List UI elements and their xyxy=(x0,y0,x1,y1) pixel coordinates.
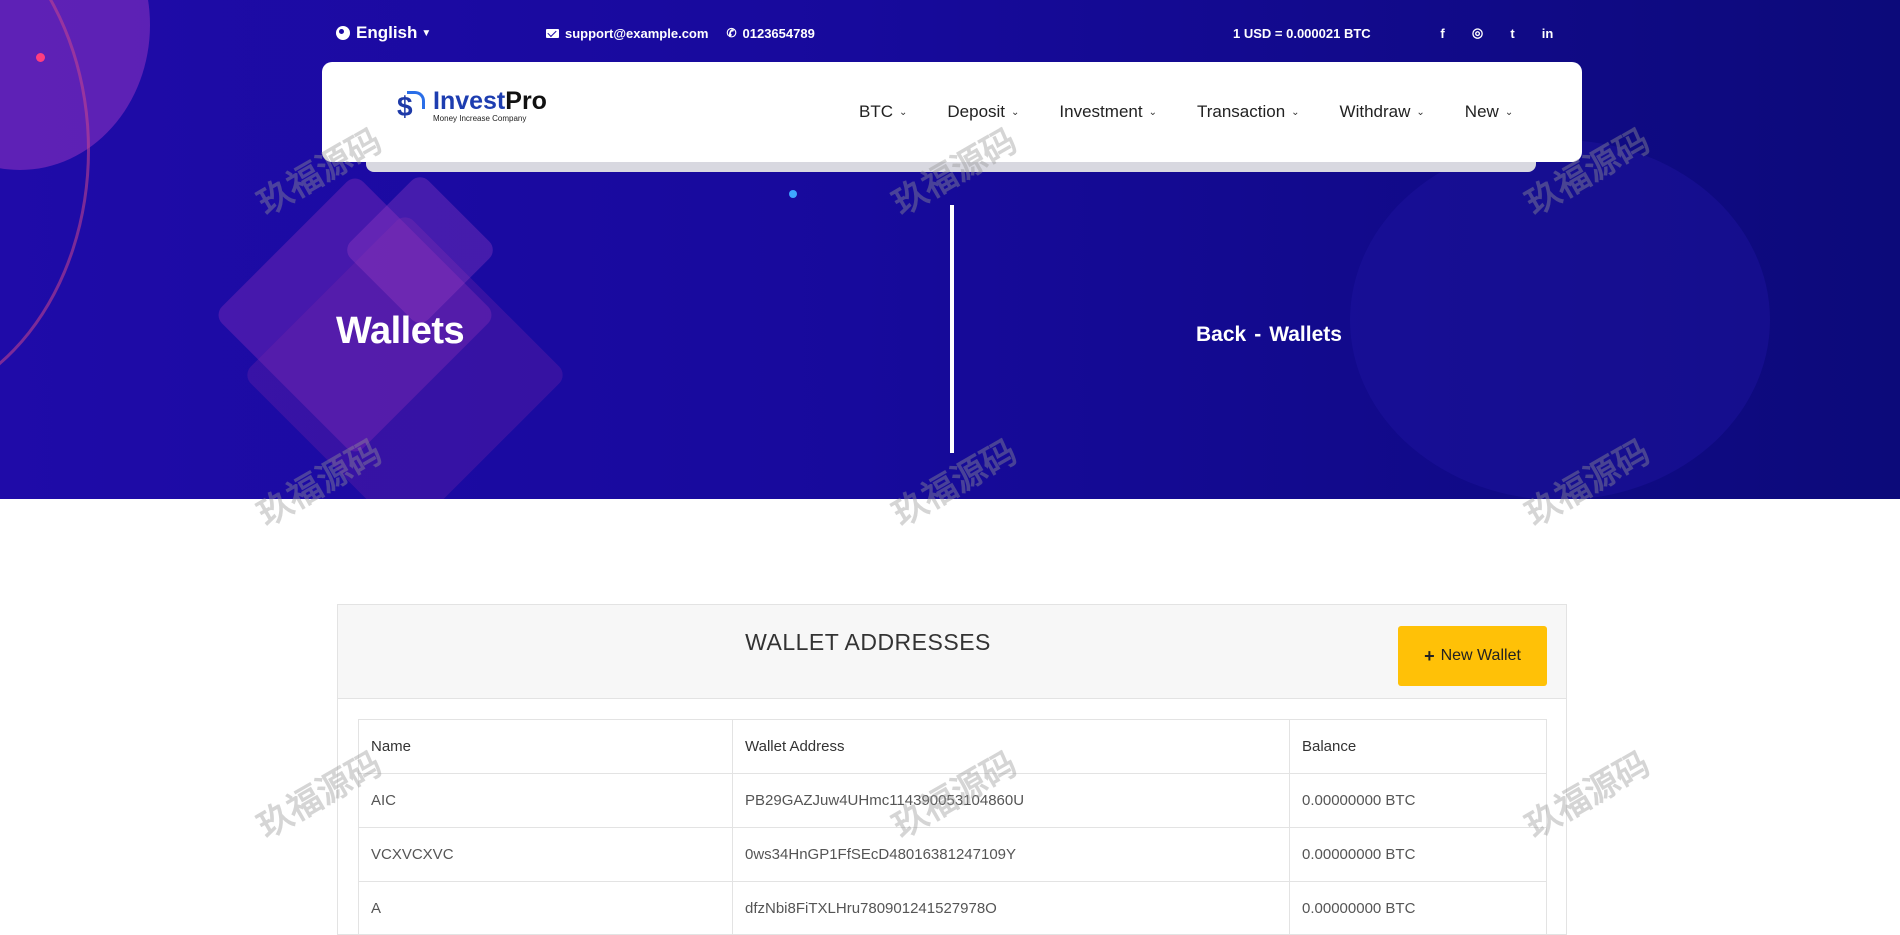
chevron-down-icon: ⌄ xyxy=(899,106,908,118)
globe-icon xyxy=(336,26,350,40)
column-header-balance: Balance xyxy=(1289,719,1547,774)
logo-tagline: Money Increase Company xyxy=(433,114,527,123)
chevron-down-icon: ⌄ xyxy=(1416,106,1425,118)
language-selector[interactable]: English ▼ xyxy=(336,22,431,44)
menu-item-transaction[interactable]: Transaction ⌄ xyxy=(1177,92,1320,132)
menu-item-label: Transaction xyxy=(1196,102,1286,121)
envelope-icon xyxy=(546,28,559,38)
caret-down-icon: ▼ xyxy=(421,27,432,39)
wallet-address: dfzNbi8FiTXLHru780901241527978O xyxy=(732,881,1290,935)
wallet-address: 0ws34HnGP1FfSEcD48016381247109Y xyxy=(732,827,1290,882)
logo-title-pro: Pro xyxy=(505,87,547,115)
linkedin-icon[interactable]: in xyxy=(1541,26,1554,41)
new-wallet-label: New Wallet xyxy=(1440,647,1521,664)
menu-item-deposit[interactable]: Deposit ⌄ xyxy=(927,92,1039,132)
contact-info: support@example.com ✆ 0123654789 xyxy=(546,22,815,44)
wallet-balance: 0.00000000 BTC xyxy=(1289,827,1547,882)
table-row: AIC PB29GAZJuw4UHmc114390053104860U 0.00… xyxy=(358,773,1547,828)
page-title: Wallets xyxy=(336,310,465,352)
decor-dot xyxy=(36,53,45,62)
decor-arc xyxy=(0,0,90,410)
hero-divider xyxy=(950,205,954,453)
wallet-address: PB29GAZJuw4UHmc114390053104860U xyxy=(732,773,1290,828)
social-links: f ◎ t in xyxy=(1436,22,1554,44)
language-label: English xyxy=(356,23,418,42)
menu-item-label: New xyxy=(1464,102,1499,121)
breadcrumb-back[interactable]: Back xyxy=(1196,323,1246,347)
wallet-balance: 0.00000000 BTC xyxy=(1289,773,1547,828)
chevron-down-icon: ⌄ xyxy=(1504,106,1514,118)
menu-item-label: BTC xyxy=(859,102,893,121)
facebook-icon[interactable]: f xyxy=(1436,26,1449,41)
new-wallet-button[interactable]: + New Wallet xyxy=(1398,626,1547,686)
wallet-card: WALLET ADDRESSES + New Wallet Name Walle… xyxy=(337,604,1567,935)
column-header-name: Name xyxy=(358,719,733,774)
wallet-name: A xyxy=(358,881,733,935)
main-navbar: $ InvestPro Money Increase Company BTC ⌄ … xyxy=(322,62,1582,162)
twitter-icon[interactable]: t xyxy=(1506,26,1519,41)
chevron-down-icon: ⌄ xyxy=(1011,106,1020,118)
wallet-balance: 0.00000000 BTC xyxy=(1289,881,1547,935)
breadcrumb-current: Wallets xyxy=(1269,323,1342,346)
menu-item-new[interactable]: New ⌄ xyxy=(1445,92,1533,132)
table-row: A dfzNbi8FiTXLHru780901241527978O 0.0000… xyxy=(358,881,1547,935)
menu-item-investment[interactable]: Investment ⌄ xyxy=(1039,92,1177,132)
hero-banner: English ▼ support@example.com ✆ 01236547… xyxy=(0,0,1900,499)
wallet-card-header: WALLET ADDRESSES + New Wallet xyxy=(338,605,1566,699)
column-header-address: Wallet Address xyxy=(732,719,1290,774)
logo-icon: $ xyxy=(397,89,427,123)
wallet-name: VCXVCXVC xyxy=(358,827,733,882)
table-header-row: Name Wallet Address Balance xyxy=(358,719,1547,774)
wallet-table: Name Wallet Address Balance AIC PB29GAZJ… xyxy=(358,719,1547,935)
menu-item-label: Investment xyxy=(1059,102,1143,121)
menu-item-label: Deposit xyxy=(947,102,1006,121)
menu-item-withdraw[interactable]: Withdraw ⌄ xyxy=(1320,92,1445,132)
breadcrumb-separator: - xyxy=(1254,323,1262,346)
exchange-rate: 1 USD = 0.000021 BTC xyxy=(1233,25,1371,41)
decor-dot xyxy=(789,190,797,198)
chevron-down-icon: ⌄ xyxy=(1291,106,1300,118)
chevron-down-icon: ⌄ xyxy=(1148,106,1157,118)
main-menu: BTC ⌄ Deposit ⌄ Investment ⌄ Transaction ⌄ W… xyxy=(839,62,1533,162)
support-email[interactable]: support@example.com xyxy=(565,26,708,41)
menu-item-btc[interactable]: BTC ⌄ xyxy=(839,92,927,132)
site-logo[interactable]: $ InvestPro Money Increase Company xyxy=(397,88,547,123)
support-phone[interactable]: 0123654789 xyxy=(743,26,815,41)
wallet-card-title: WALLET ADDRESSES xyxy=(745,629,991,655)
instagram-icon[interactable]: ◎ xyxy=(1471,25,1484,41)
wallet-name: AIC xyxy=(358,773,733,828)
phone-icon: ✆ xyxy=(726,26,737,40)
menu-item-label: Withdraw xyxy=(1339,102,1411,121)
table-row: VCXVCXVC 0ws34HnGP1FfSEcD48016381247109Y… xyxy=(358,827,1547,882)
breadcrumb: Back - Wallets xyxy=(1196,323,1342,347)
plus-icon: + xyxy=(1424,645,1435,666)
decor-blob xyxy=(1350,140,1770,499)
logo-title-invest: Invest xyxy=(433,87,506,115)
